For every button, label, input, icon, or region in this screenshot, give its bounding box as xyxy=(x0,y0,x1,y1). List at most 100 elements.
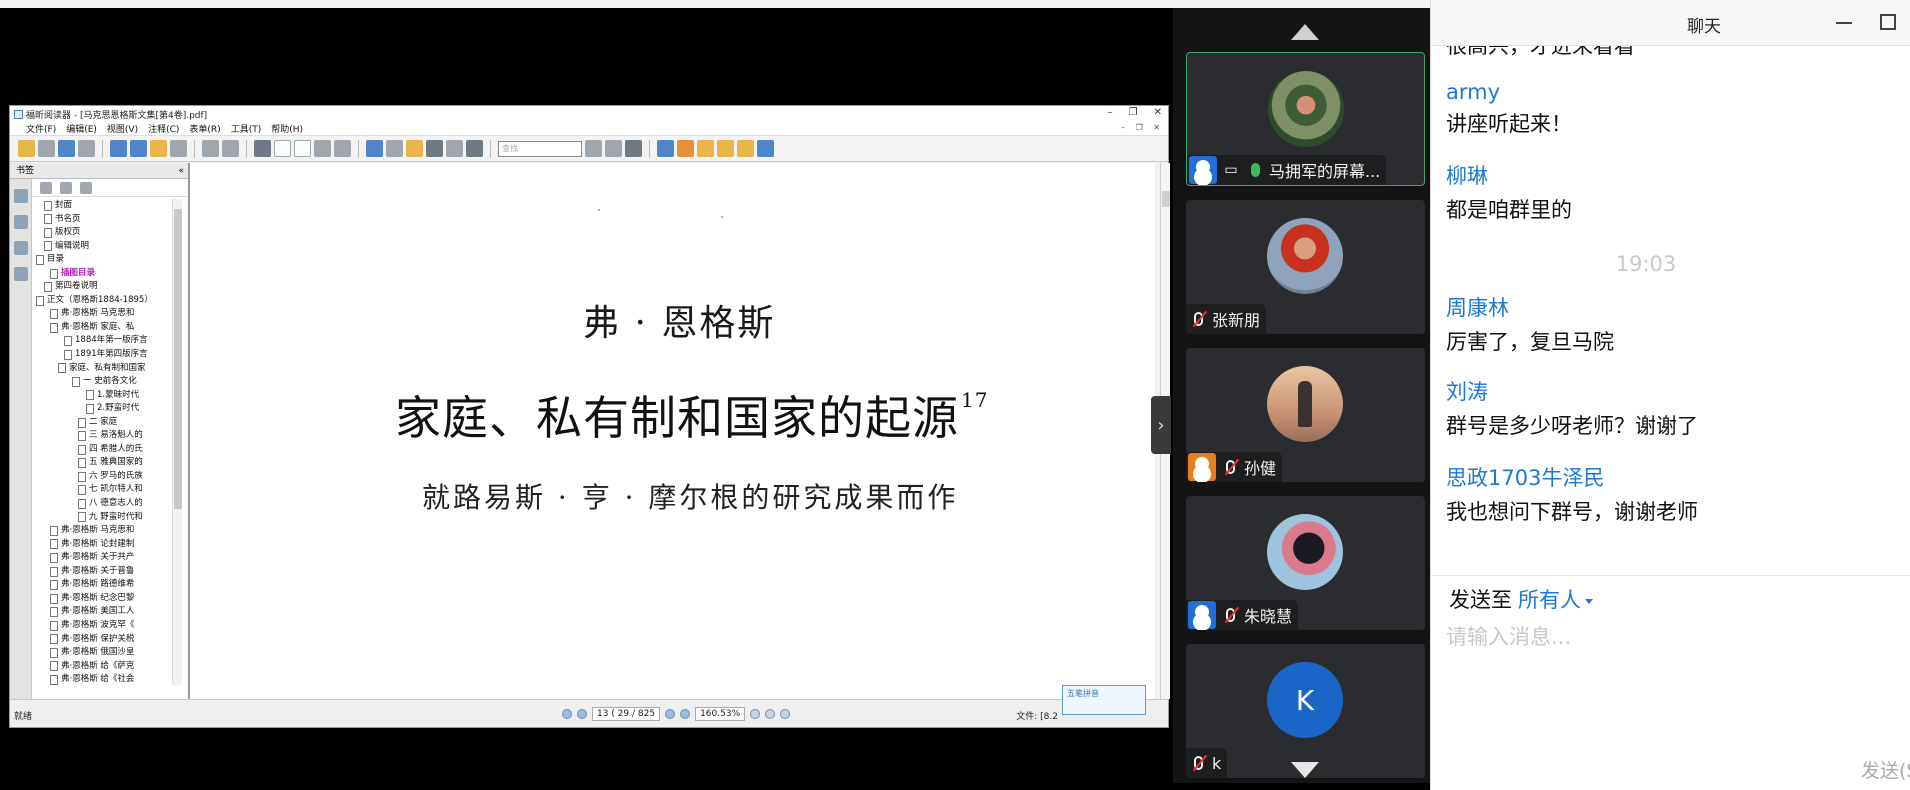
collapse-panel-icon[interactable]: « xyxy=(178,163,184,179)
bookmark-item[interactable]: 家庭、私有制和国家 xyxy=(36,362,172,376)
bookmark-item[interactable]: 六 罗马的氏族 xyxy=(36,470,172,484)
restore-icon[interactable]: ❐ xyxy=(1129,107,1138,118)
bookmark-item[interactable]: 二 家庭 xyxy=(36,416,172,430)
bookmark-item[interactable]: 四 希腊人的氏 xyxy=(36,443,172,457)
open-icon[interactable] xyxy=(18,140,35,157)
bookmark-item[interactable]: 书名页 xyxy=(36,213,172,227)
menu-edit[interactable]: 编辑(E) xyxy=(66,122,97,135)
maximize-icon[interactable] xyxy=(1880,14,1896,30)
bookmark-item[interactable]: 三 易洛魁人的 xyxy=(36,429,172,443)
participant-tile[interactable]: 朱晓慧 xyxy=(1186,496,1425,630)
bookmark-item[interactable]: 七 凯尔特人和 xyxy=(36,483,172,497)
bookmark-item[interactable]: 弗·恩格斯 关于普鲁 xyxy=(36,565,172,579)
bookmark-item[interactable]: 弗·恩格斯 马克思和 xyxy=(36,524,172,538)
next-page-icon[interactable] xyxy=(130,140,147,157)
send-button[interactable]: 发送(S) xyxy=(1861,756,1910,783)
bookmark-item[interactable]: 弗·恩格斯 俄国沙皇 xyxy=(36,646,172,660)
bookmark-item[interactable]: 弗·恩格斯 家庭、私 xyxy=(36,321,172,335)
bookmark-item[interactable]: 版权页 xyxy=(36,226,172,240)
menu-view[interactable]: 视图(V) xyxy=(107,122,138,135)
menu-tools[interactable]: 工具(T) xyxy=(231,122,262,135)
bookmark-item[interactable]: 正文（恩格斯1884-1895） xyxy=(36,294,172,308)
bookmark-item[interactable]: 2.野蛮时代 xyxy=(36,402,172,416)
search-prev-icon[interactable] xyxy=(585,140,602,157)
participant-tile[interactable]: 孙健 xyxy=(1186,348,1425,482)
bookmark-item[interactable]: 一 史前各文化 xyxy=(36,375,172,389)
search-input[interactable]: 查找 xyxy=(498,140,582,157)
minimize-icon[interactable]: – xyxy=(1108,107,1113,118)
bookmark-item[interactable]: 插图目录 xyxy=(36,267,172,281)
print-icon[interactable] xyxy=(58,140,75,157)
bookmark-item[interactable]: 封面 xyxy=(36,199,172,213)
page-number-field[interactable]: 13 ( 29 / 825 xyxy=(592,707,661,721)
zoom-field[interactable]: 160.53% xyxy=(695,707,746,721)
next-page-icon[interactable] xyxy=(665,709,676,719)
layers-tab-icon[interactable] xyxy=(14,241,28,255)
attachments-tab-icon[interactable] xyxy=(14,267,28,281)
back-icon[interactable] xyxy=(150,140,167,157)
collapse-video-panel-button[interactable]: › xyxy=(1151,396,1171,454)
search-icon[interactable] xyxy=(625,140,642,157)
zoom-icon[interactable] xyxy=(254,140,271,157)
annotate-icon[interactable] xyxy=(657,140,674,157)
stamp-icon[interactable] xyxy=(677,140,694,157)
textbox-icon[interactable] xyxy=(717,140,734,157)
hand-tool-icon[interactable] xyxy=(366,140,383,157)
scroll-thumb[interactable] xyxy=(1162,191,1170,207)
bookmark-item[interactable]: 1891年第四版序言 xyxy=(36,348,172,362)
zoom-in-icon[interactable] xyxy=(334,140,351,157)
facing-icon[interactable] xyxy=(780,709,791,719)
prev-page-icon[interactable] xyxy=(577,709,587,719)
email-icon[interactable] xyxy=(78,140,95,157)
participant-tile[interactable]: 张新朋 xyxy=(1186,200,1425,334)
scroll-thumb[interactable] xyxy=(174,209,182,509)
select-text-icon[interactable] xyxy=(386,140,403,157)
expand-bookmark-icon[interactable] xyxy=(80,181,92,194)
bookmark-item[interactable]: 弗·恩格斯 路德维希 xyxy=(36,578,172,592)
typewriter-icon[interactable] xyxy=(446,140,463,157)
first-page-icon[interactable] xyxy=(562,709,572,719)
bookmark-item[interactable]: 1.蒙昧时代 xyxy=(36,389,172,403)
send-to-selector[interactable]: 发送至 所有人 xyxy=(1449,584,1593,614)
bookmark-item[interactable]: 弗·恩格斯 保护关税 xyxy=(36,633,172,647)
bookmarks-tab-icon[interactable] xyxy=(14,189,28,203)
bookmark-item[interactable]: 第四卷说明 xyxy=(36,280,172,294)
menu-form[interactable]: 表单(R) xyxy=(189,122,220,135)
message-input[interactable] xyxy=(1446,622,1886,652)
close-icon[interactable]: ✕ xyxy=(1154,107,1162,118)
single-page-icon[interactable] xyxy=(750,709,761,719)
pencil-icon[interactable] xyxy=(697,140,714,157)
ime-toolbar[interactable]: 五笔拼音 xyxy=(1062,685,1146,715)
arrow-tool-icon[interactable] xyxy=(757,140,774,157)
document-controls[interactable]: – ❐ ✕ xyxy=(1121,123,1164,132)
note-icon[interactable] xyxy=(737,140,754,157)
send-to-value[interactable]: 所有人 xyxy=(1518,588,1581,612)
menu-file[interactable]: 文件(F) xyxy=(26,122,56,135)
bookmark-item[interactable]: 弗·恩格斯 纪念巴黎 xyxy=(36,592,172,606)
minimize-icon[interactable] xyxy=(1836,22,1852,24)
menu-comment[interactable]: 注释(C) xyxy=(148,122,179,135)
bookmark-item[interactable]: 五 雅典国家的 xyxy=(36,456,172,470)
bookmark-item[interactable]: 编辑说明 xyxy=(36,240,172,254)
prev-page-icon[interactable] xyxy=(110,140,127,157)
pages-tab-icon[interactable] xyxy=(14,215,28,229)
bookmark-item[interactable]: 弗·恩格斯 给《社会 xyxy=(36,673,172,685)
image-icon[interactable] xyxy=(466,140,483,157)
snapshot-icon[interactable] xyxy=(426,140,443,157)
search-next-icon[interactable] xyxy=(605,140,622,157)
bookmark-item[interactable]: 弗·恩格斯 给《萨克 xyxy=(36,660,172,674)
bookmark-item[interactable]: 弗·恩格斯 马克思和 xyxy=(36,307,172,321)
bookmark-item[interactable]: 九 野蛮时代和 xyxy=(36,511,172,525)
dropdown-caret-icon[interactable] xyxy=(1585,598,1593,604)
bookmark-item[interactable]: 目录 xyxy=(36,253,172,267)
participant-tile[interactable]: ▭ 马拥军的屏幕... xyxy=(1186,52,1425,186)
delete-bookmark-icon[interactable] xyxy=(40,181,52,194)
bookmark-item[interactable]: 弗·恩格斯 论封建制 xyxy=(36,538,172,552)
last-page-icon[interactable] xyxy=(680,709,691,719)
bookmark-item[interactable]: 弗·恩格斯 波克罕《 xyxy=(36,619,172,633)
scroll-down-icon[interactable] xyxy=(1291,762,1319,778)
forward-icon[interactable] xyxy=(170,140,187,157)
bookmark-item[interactable]: 1884年第一版序言 xyxy=(36,334,172,348)
zoom-out-icon[interactable] xyxy=(314,140,331,157)
undo-icon[interactable] xyxy=(202,140,219,157)
